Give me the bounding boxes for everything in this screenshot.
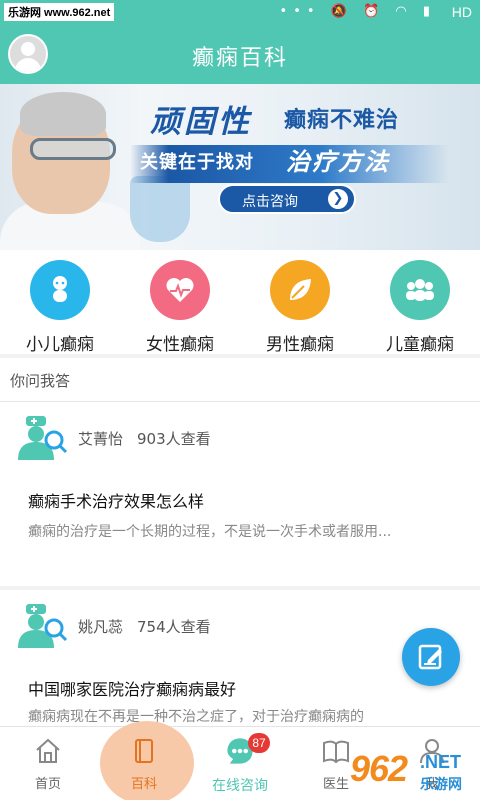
tab-label: 首页 xyxy=(34,777,61,792)
tab-encyclopedia[interactable]: 百科 xyxy=(96,721,194,800)
banner-subline-script: 治疗方法 xyxy=(286,147,390,176)
more-icon: ••• xyxy=(279,4,321,19)
doctor-avatar-icon xyxy=(14,602,68,650)
book-icon xyxy=(135,739,153,763)
status-icons: ••• 🔕 ⏰ ◠ ▮ xyxy=(280,4,436,19)
flask-illustration xyxy=(130,176,190,242)
signal-icon: ▮ xyxy=(422,4,436,19)
heart-pulse-icon xyxy=(150,260,210,320)
qa-section-header: 你问我答 xyxy=(0,358,480,402)
category-label: 儿童癫痫 xyxy=(386,335,454,355)
view-count: 754人查看 xyxy=(137,618,211,636)
arrow-right-icon: ❯ xyxy=(328,189,348,209)
baby-icon xyxy=(30,260,90,320)
status-bar: 乐游网 www.962.net ••• 🔕 ⏰ ◠ ▮ HD xyxy=(0,0,480,26)
doctor-avatar-icon xyxy=(14,414,68,462)
banner-headline-big: 顽固性 xyxy=(150,104,252,140)
author-name: 姚凡蕊 xyxy=(78,618,124,636)
category-label: 小儿癫痫 xyxy=(26,335,94,355)
category-children[interactable]: 儿童癫痫 xyxy=(360,256,480,355)
site-watermark: 962 .NET 乐游网 xyxy=(350,746,478,796)
answer-preview: 癫痫病现在不再是一种不治之症了，对于治疗癫痫病的 xyxy=(28,709,364,725)
page-title: 癫痫百科 xyxy=(191,46,288,71)
consult-button-label: 点击咨询 xyxy=(242,194,298,210)
source-label: 乐游网 www.962.net xyxy=(4,3,115,21)
category-grid: 小儿癫痫 女性癫痫 男性癫痫 儿童癫痫 xyxy=(0,250,480,355)
qa-meta: 姚凡蕊 754人查看 xyxy=(78,616,211,637)
view-count: 903人查看 xyxy=(137,430,211,448)
category-label: 男性癫痫 xyxy=(266,335,334,355)
tab-online-consult[interactable]: 87 在线咨询 xyxy=(192,727,288,800)
open-book-icon xyxy=(323,740,349,764)
app-header: 癫痫百科 xyxy=(0,26,480,84)
section-title: 你问我答 xyxy=(10,372,71,390)
alarm-icon: ⏰ xyxy=(363,4,386,19)
watermark-net: .NET xyxy=(420,752,462,772)
consult-button[interactable]: 点击咨询 ❯ xyxy=(218,184,356,214)
doctor-illustration xyxy=(0,84,140,250)
ask-question-button[interactable] xyxy=(402,628,460,686)
banner-subline: 关键在于找对 xyxy=(140,152,254,173)
leaf-icon xyxy=(270,260,330,320)
tab-label: 百科 xyxy=(130,777,157,792)
qa-card[interactable]: 艾菁怡 903人查看 癫痫手术治疗效果怎么样 癫痫的治疗是一个长期的过程，不是说一… xyxy=(0,402,480,586)
network-type: HD xyxy=(451,4,472,20)
watermark-site: 乐游网 xyxy=(420,776,462,792)
mute-icon: 🔕 xyxy=(330,4,353,19)
answer-preview: 癫痫的治疗是一个长期的过程，不是说一次手术或者服用... xyxy=(28,524,392,540)
tab-label: 在线咨询 xyxy=(212,778,268,794)
home-icon xyxy=(36,738,60,763)
edit-icon xyxy=(418,644,442,670)
category-infant[interactable]: 小儿癫痫 xyxy=(0,256,120,355)
question-title: 中国哪家医院治疗癫痫病最好 xyxy=(28,680,237,699)
group-icon xyxy=(390,260,450,320)
category-female[interactable]: 女性癫痫 xyxy=(120,256,240,355)
promo-banner[interactable]: 顽固性 癫痫不难治 关键在于找对 治疗方法 点击咨询 ❯ xyxy=(0,84,480,250)
wifi-icon: ◠ xyxy=(395,4,413,19)
qa-meta: 艾菁怡 903人查看 xyxy=(78,428,211,449)
category-label: 女性癫痫 xyxy=(146,335,214,355)
banner-headline-rest: 癫痫不难治 xyxy=(284,108,400,133)
question-title: 癫痫手术治疗效果怎么样 xyxy=(28,492,205,511)
category-male[interactable]: 男性癫痫 xyxy=(240,256,360,355)
watermark-number: 962 xyxy=(350,748,408,789)
tab-home[interactable]: 首页 xyxy=(0,727,96,800)
author-name: 艾菁怡 xyxy=(78,430,124,448)
unread-badge: 87 xyxy=(248,733,270,753)
